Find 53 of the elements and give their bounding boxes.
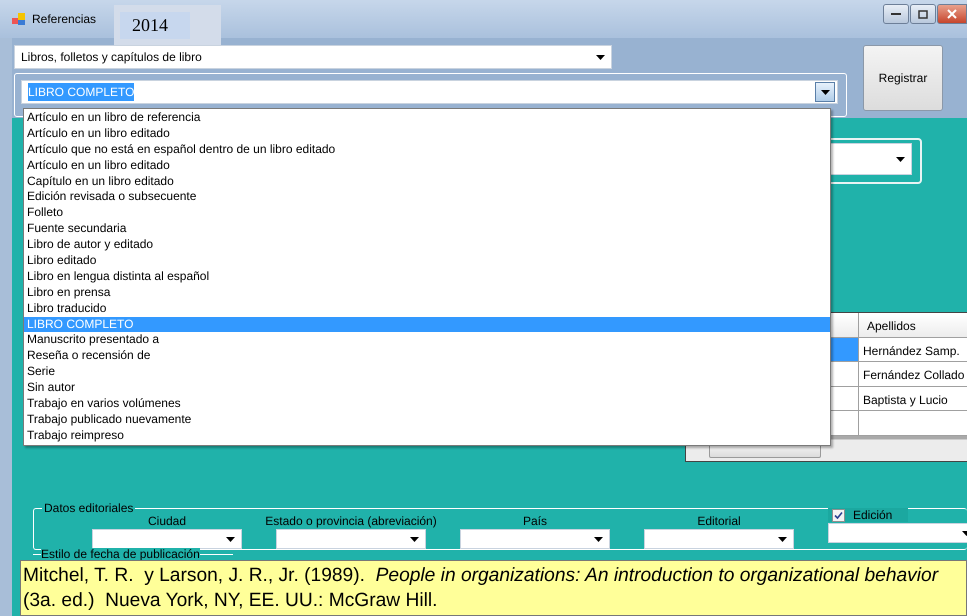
close-button[interactable] <box>937 4 967 24</box>
dropdown-option[interactable]: Trabajo en varios volúmenes <box>24 396 830 412</box>
dropdown-option[interactable]: Sin autor <box>24 380 830 396</box>
table-cell: Fernández Collado <box>859 362 967 386</box>
dropdown-option[interactable]: Libro en lengua distinta al español <box>24 268 830 285</box>
field-label: País <box>522 514 547 528</box>
minimize-icon <box>891 12 901 16</box>
dropdown-arrow-icon <box>820 90 830 94</box>
maximize-button[interactable] <box>910 4 936 24</box>
dropdown-option[interactable]: Artículo en un libro editado <box>24 126 830 142</box>
dropdown-option[interactable]: Manuscrito presentado a <box>24 332 830 348</box>
dropdown-arrow-icon <box>596 54 605 60</box>
dropdown-arrow-icon <box>778 536 787 542</box>
dropdown-option[interactable]: Libro de autor y editado <box>24 237 830 254</box>
checkbox[interactable] <box>832 508 845 522</box>
dropdown-option[interactable]: Artículo que no está en español dentro de un libro editado <box>24 142 830 158</box>
dropdown-option[interactable]: Capítulo en un libro editado <box>24 174 830 190</box>
group-label: Datos editoriales <box>42 501 136 515</box>
dropdown-option[interactable]: Libro en prensa <box>24 284 830 301</box>
dropdown-option[interactable]: Libro traducido <box>24 300 830 317</box>
dropdown-option[interactable]: Serie <box>24 364 830 380</box>
register-button[interactable]: Registrar <box>863 45 943 111</box>
dropdown-arrow-icon <box>410 536 419 542</box>
dropdown-option[interactable]: Artículo en un libro editado <box>24 158 830 174</box>
table-cell: Baptista y Lucio <box>859 386 967 411</box>
dropdown-option[interactable]: Edición revisada o subsecuente <box>24 189 830 206</box>
group-label: Estilo de fecha de publicación <box>41 548 200 561</box>
column-header[interactable]: Apellidos <box>859 313 967 338</box>
close-icon <box>947 9 957 19</box>
table-cell: Hernández Samp. <box>859 338 967 362</box>
maximize-icon <box>918 10 928 18</box>
dropdown-option[interactable]: Trabajo publicado nuevamente <box>24 412 830 428</box>
field-label: Estado o provincia (abreviación) <box>265 514 437 528</box>
field-label: Ciudad <box>148 514 186 528</box>
dropdown-button[interactable] <box>815 82 835 102</box>
year-label: 2014 <box>120 12 190 39</box>
dropdown-arrow-icon <box>594 536 603 542</box>
field-label: Editorial <box>697 514 741 528</box>
category-combo[interactable]: Libros, folletos y capítulos de libro <box>14 45 612 69</box>
dropdown-option[interactable]: Folleto <box>24 205 830 222</box>
app-icon <box>12 12 26 26</box>
dropdown-arrow-icon <box>226 536 235 542</box>
combo-box[interactable] <box>92 529 242 549</box>
minimize-button[interactable] <box>883 4 909 24</box>
dropdown-option[interactable]: Fuente secundaria <box>24 221 830 238</box>
dropdown-option[interactable]: Reseña o recensión de <box>24 348 830 364</box>
dropdown-option[interactable]: Trabajo reimpreso <box>24 428 830 444</box>
dropdown-option[interactable]: Libro editado <box>24 253 830 269</box>
citation-text: Mitchel, T. R. y Larson, J. R., Jr. (1989). People in organizations: An introduction to organizational behavior (3a. ed.) Nueva York, NY, EE. UU.: McGraw Hill. <box>20 560 967 616</box>
window-title: Referencias <box>32 11 96 28</box>
dropdown-arrow-icon <box>896 156 905 162</box>
dropdown-option[interactable]: Artículo en un libro de referencia <box>24 110 830 126</box>
checkbox-label: Edición <box>853 508 892 522</box>
